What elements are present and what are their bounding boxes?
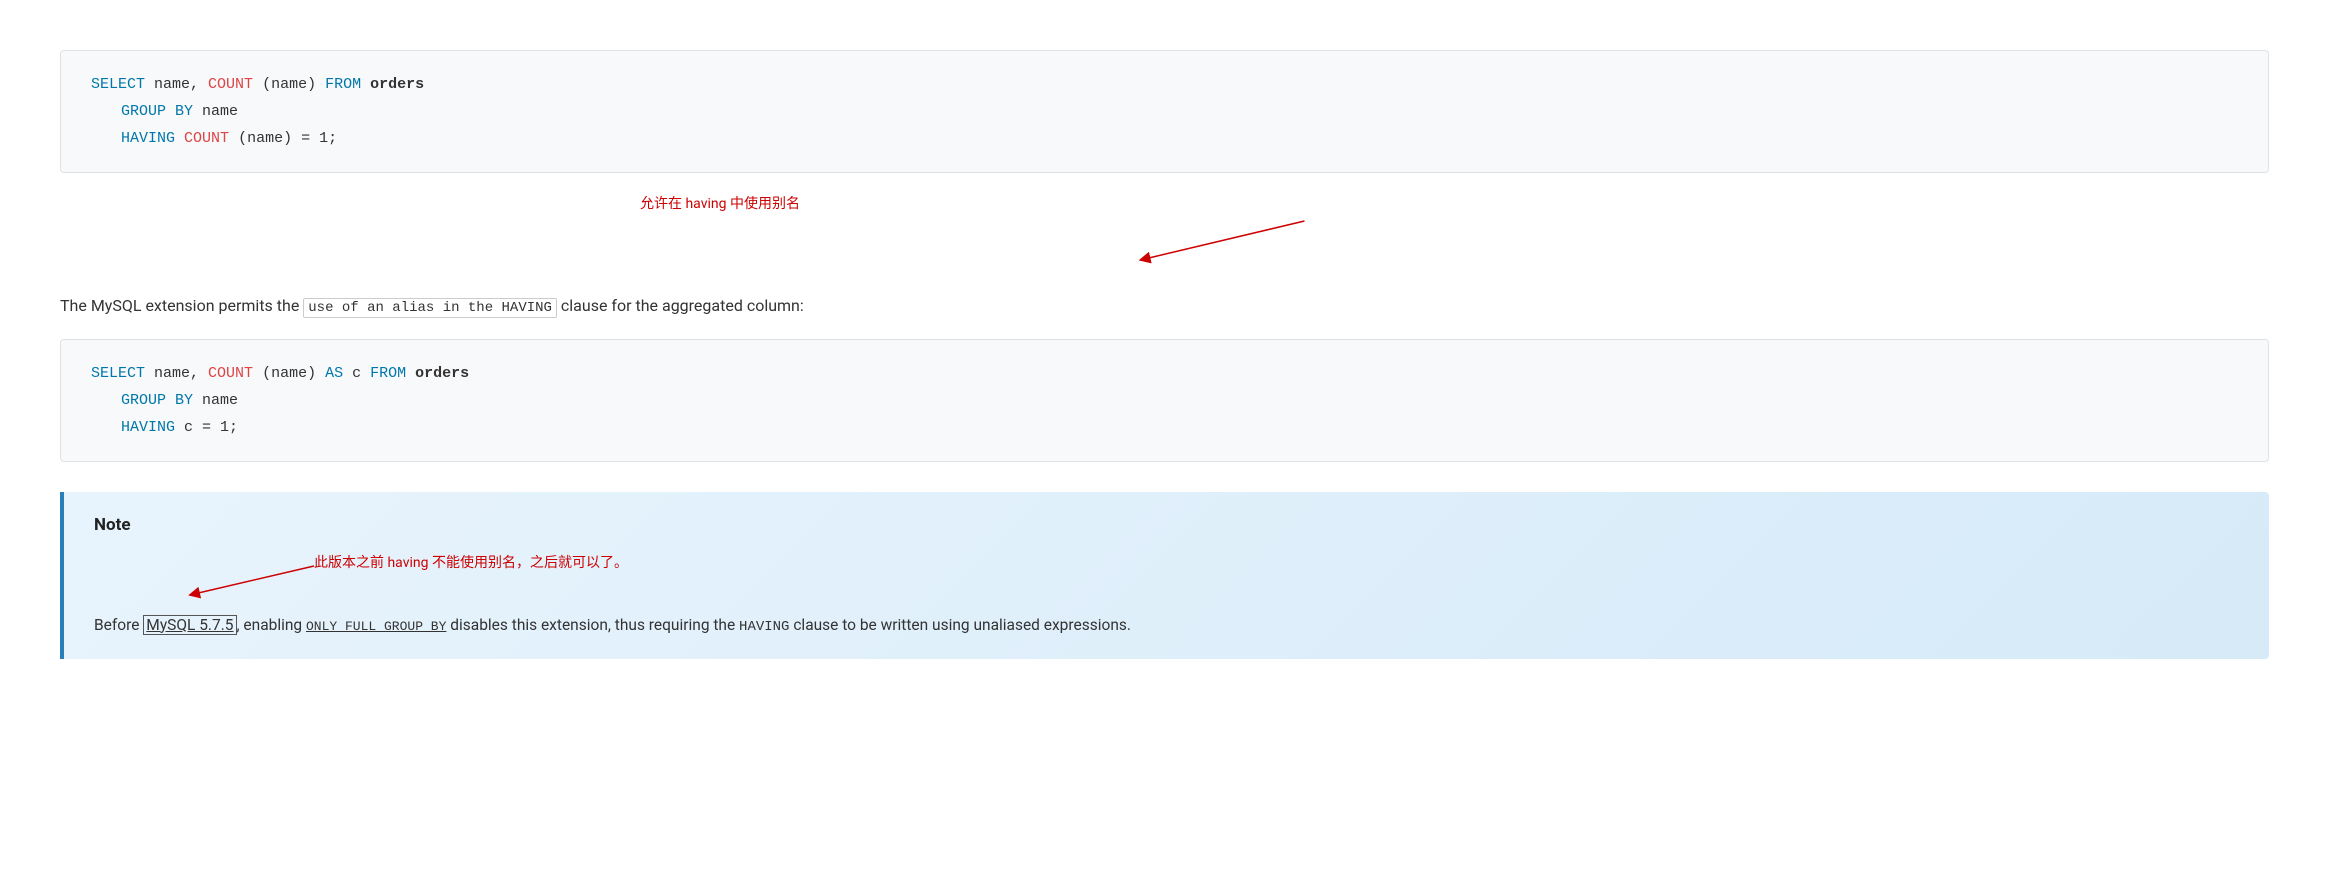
keyword-as: AS — [325, 365, 343, 382]
prose-highlighted-box: use of an alias in the HAVING — [303, 298, 557, 318]
table-name-orders-2: orders — [415, 365, 469, 382]
annotation-1-arrow — [60, 193, 2269, 273]
code-line-2: GROUP BY name — [91, 98, 2238, 125]
code-text: (name) — [262, 76, 325, 93]
note-prose-before: Before — [94, 616, 143, 634]
keyword-select-2: SELECT — [91, 365, 145, 382]
code-text: name, — [154, 76, 208, 93]
code-text: c — [352, 365, 370, 382]
keyword-group-by: GROUP BY — [121, 103, 193, 120]
annotation-1-text: 允许在 having 中使用别名 — [640, 193, 800, 215]
code-text: name, — [154, 365, 208, 382]
function-count-3: COUNT — [208, 365, 253, 382]
note-annotation-area: 此版本之前 having 不能使用别名，之后就可以了。 — [94, 552, 2239, 602]
code-line-3: HAVING COUNT (name) = 1; — [91, 125, 2238, 152]
keyword-from: FROM — [325, 76, 361, 93]
code-block-1: SELECT name, COUNT (name) FROM orders GR… — [60, 50, 2269, 173]
note-box: Note 此版本之前 having 不能使用别名，之后就可以了。 Before … — [60, 492, 2269, 659]
keyword-only-full-group-by: ONLY_FULL_GROUP_BY — [306, 619, 446, 634]
code-text: name — [202, 103, 238, 120]
mysql-version-link: MySQL 5.7.5 — [143, 615, 236, 635]
prose-before: The MySQL extension permits the — [60, 296, 303, 315]
code2-line-1: SELECT name, COUNT (name) AS c FROM orde… — [91, 360, 2238, 387]
keyword-select: SELECT — [91, 76, 145, 93]
table-name-orders: orders — [370, 76, 424, 93]
code-text: name — [202, 392, 238, 409]
keyword-having-2: HAVING — [121, 419, 175, 436]
note-title: Note — [94, 512, 2239, 539]
note-annotation-text: 此版本之前 having 不能使用别名，之后就可以了。 — [314, 552, 628, 574]
code-block-2: SELECT name, COUNT (name) AS c FROM orde… — [60, 339, 2269, 462]
annotation-1-area: 允许在 having 中使用别名 — [60, 193, 2269, 273]
keyword-having-inline: HAVING — [739, 619, 789, 635]
keyword-from-2: FROM — [370, 365, 406, 382]
prose-1: The MySQL extension permits the use of a… — [60, 293, 2269, 319]
code2-line-2: GROUP BY name — [91, 387, 2238, 414]
prose-keyword-having: HAVING — [502, 300, 552, 316]
note-prose-middle2: disables this extension, thus requiring … — [446, 616, 739, 634]
function-count-1: COUNT — [208, 76, 253, 93]
code-text: (name) — [262, 365, 325, 382]
note-prose: Before MySQL 5.7.5, enabling ONLY_FULL_G… — [94, 612, 2239, 640]
note-prose-end: clause to be written using unaliased exp… — [789, 616, 1131, 634]
prose-highlighted-text: use of an alias in the — [308, 300, 501, 316]
code2-line-3: HAVING c = 1; — [91, 414, 2238, 441]
code-text: (name) = 1; — [238, 130, 337, 147]
note-prose-middle1: , enabling — [237, 616, 306, 634]
function-count-2: COUNT — [184, 130, 229, 147]
keyword-group-by-2: GROUP BY — [121, 392, 193, 409]
keyword-having: HAVING — [121, 130, 175, 147]
code-text: c = 1; — [184, 419, 238, 436]
prose-after: clause for the aggregated column: — [557, 296, 804, 315]
code-line-1: SELECT name, COUNT (name) FROM orders — [91, 71, 2238, 98]
